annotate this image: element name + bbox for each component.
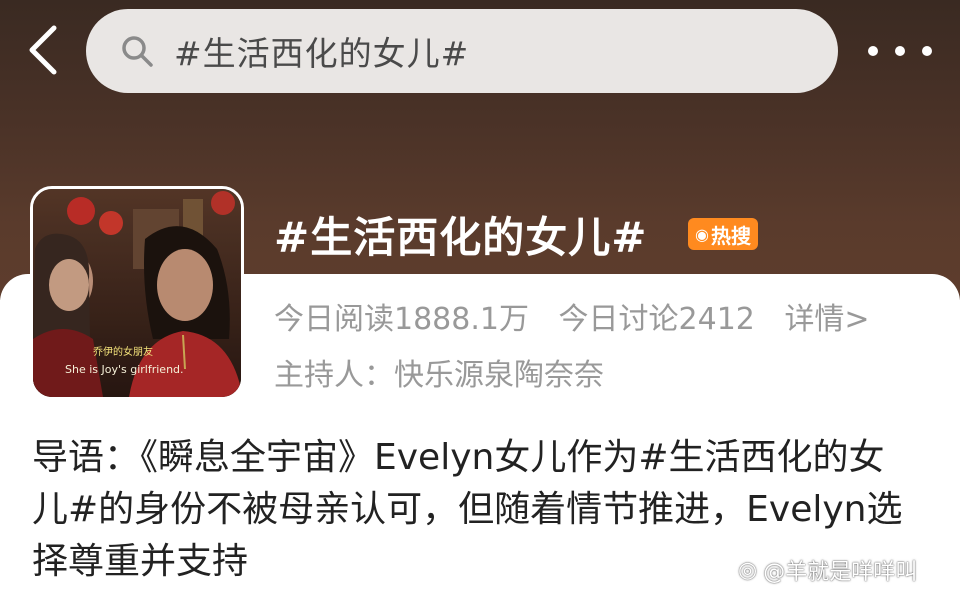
flame-icon: ◉ [695, 224, 709, 244]
more-dot-icon [868, 46, 878, 56]
topic-thumbnail[interactable]: 乔伊的女朋友 She is Joy's girlfriend. [30, 186, 244, 400]
host-info[interactable]: 主持人：快乐源泉陶奈奈 [274, 350, 604, 394]
watermark: ◎ @羊就是咩咩叫 [738, 554, 917, 586]
more-dot-icon [895, 46, 905, 56]
topic-stats: 今日阅读1888.1万 今日讨论2412 详情> [274, 294, 890, 338]
details-link[interactable]: 详情> [784, 302, 869, 337]
hot-search-badge[interactable]: ◉ 热搜 [688, 218, 758, 250]
topic-title: #生活西化的女儿# [274, 213, 648, 262]
weibo-logo-icon: ◎ [738, 557, 758, 583]
search-query: #生活西化的女儿# [174, 34, 470, 73]
subtitle-en: She is Joy's girlfriend. [65, 363, 184, 376]
read-count: 今日阅读1888.1万 [274, 302, 529, 337]
search-bar[interactable]: #生活西化的女儿# [86, 9, 838, 93]
discussion-count: 今日讨论2412 [558, 302, 755, 337]
search-icon [120, 34, 154, 68]
back-arrow-icon [29, 25, 57, 75]
more-dot-icon [922, 46, 932, 56]
watermark-text: @羊就是咩咩叫 [763, 560, 918, 585]
hot-badge-label: 热搜 [710, 223, 751, 248]
subtitle-cn: 乔伊的女朋友 [93, 345, 153, 358]
more-options-button[interactable] [868, 30, 932, 72]
movie-still-image: 乔伊的女朋友 She is Joy's girlfriend. [33, 189, 241, 397]
back-button[interactable] [22, 22, 62, 78]
